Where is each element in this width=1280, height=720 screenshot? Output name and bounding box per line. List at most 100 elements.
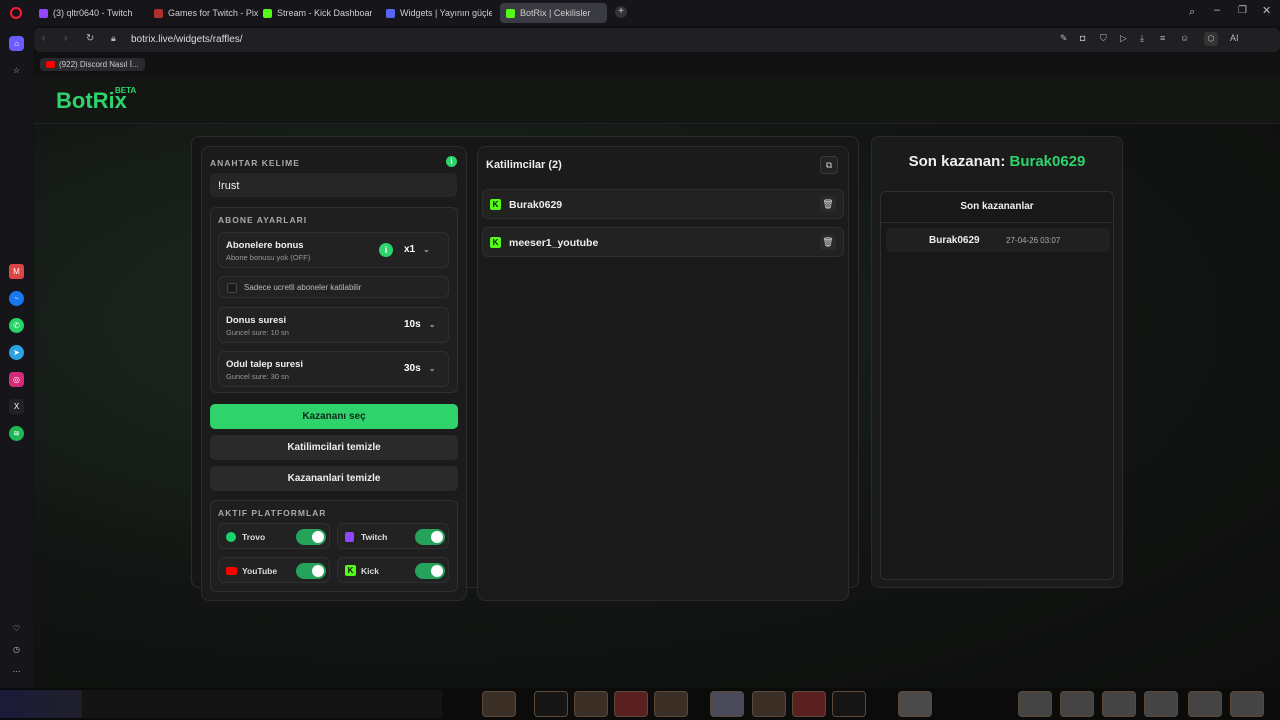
site-header: BotRix BETA bbox=[34, 76, 1280, 124]
trovo-toggle[interactable] bbox=[296, 529, 326, 545]
opera-logo-icon[interactable] bbox=[10, 7, 22, 19]
youtube-icon bbox=[226, 567, 237, 575]
beta-badge: BETA bbox=[115, 86, 137, 95]
info-icon[interactable]: i bbox=[446, 156, 457, 167]
trovo-icon bbox=[226, 532, 236, 542]
claim-time-row: Odul talep suresi Guncel sure: 30 sn 30s… bbox=[218, 351, 449, 387]
skill-slot-icon[interactable] bbox=[534, 691, 568, 717]
platform-kick: K Kick bbox=[337, 557, 449, 583]
search-tabs-icon[interactable]: ⌕ bbox=[1189, 6, 1195, 19]
spin-time-row: Donus suresi Guncel sure: 10 sn 10s ⌄ bbox=[218, 307, 449, 343]
youtube-toggle[interactable] bbox=[296, 563, 326, 579]
pixelpop-icon bbox=[154, 8, 163, 18]
download-icon[interactable]: ⤓ bbox=[1140, 33, 1144, 44]
copy-icon[interactable]: ⧉ bbox=[820, 156, 838, 174]
sub-bonus-select[interactable]: x1 ⌄ bbox=[404, 244, 430, 255]
close-window-button[interactable]: ✕ bbox=[1262, 4, 1271, 17]
chevron-down-icon: ⌄ bbox=[428, 364, 436, 373]
trash-icon[interactable]: 🗑︎ bbox=[820, 234, 836, 250]
clear-participants-button[interactable]: Katilimcilari temizle bbox=[210, 435, 458, 460]
winners-list-title: Son kazananlar bbox=[960, 201, 1034, 212]
tab-widgets[interactable]: Widgets | Yayının güçlend... bbox=[380, 3, 492, 23]
star-icon[interactable]: ☆ bbox=[9, 63, 24, 78]
kick-icon: K bbox=[345, 565, 356, 576]
spin-time-select[interactable]: 10s ⌄ bbox=[404, 319, 435, 330]
chevron-down-icon: ⌄ bbox=[423, 245, 430, 254]
skill-slot-icon[interactable] bbox=[792, 691, 826, 717]
botrix-icon bbox=[506, 8, 515, 18]
sub-bonus-info-icon[interactable]: i bbox=[379, 243, 393, 257]
last-winner-heading: Son kazanan: Burak0629 bbox=[908, 153, 1086, 170]
telegram-icon[interactable]: ➤ bbox=[9, 345, 24, 360]
address-bar: ‹ › ↻ 🔒︎ botrix.live/widgets/raffles/ ✎ … bbox=[34, 28, 1280, 52]
edit-icon[interactable]: ✎ bbox=[1060, 33, 1068, 44]
kick-toggle[interactable] bbox=[415, 563, 445, 579]
sub-settings-label: ABONE AYARLARI bbox=[218, 215, 308, 225]
skill-slot-icon[interactable] bbox=[614, 691, 648, 717]
spotify-icon[interactable]: ≋ bbox=[9, 426, 24, 441]
skill-slot-icon[interactable] bbox=[654, 691, 688, 717]
youtube-icon bbox=[46, 61, 55, 68]
skill-slot-icon[interactable] bbox=[710, 691, 744, 717]
claim-time-select[interactable]: 30s ⌄ bbox=[404, 363, 435, 374]
tab-twitch[interactable]: (3) qltr0640 - Twitch bbox=[33, 3, 143, 23]
menu-slot-icon[interactable] bbox=[1060, 691, 1094, 717]
bookmark-discord[interactable]: (922) Discord Nasıl İ... bbox=[40, 58, 145, 71]
back-icon[interactable]: ‹ bbox=[42, 33, 45, 44]
twitch-icon bbox=[345, 532, 354, 542]
pick-winner-button[interactable]: Kazananı seç bbox=[210, 404, 458, 429]
only-paid-subs-row[interactable]: Sadece ucretli aboneler katilabilir bbox=[218, 276, 449, 298]
ai-button[interactable]: AI bbox=[1230, 33, 1239, 43]
skill-slot-icon[interactable] bbox=[482, 691, 516, 717]
trash-icon[interactable]: 🗑︎ bbox=[820, 196, 836, 212]
whatsapp-icon[interactable]: ✆ bbox=[9, 318, 24, 333]
twitch-icon bbox=[39, 8, 48, 18]
only-paid-subs-checkbox[interactable] bbox=[227, 283, 237, 293]
widgets-icon bbox=[386, 8, 395, 18]
messenger-icon[interactable]: ~ bbox=[9, 291, 24, 306]
camera-icon[interactable]: ◘ bbox=[1080, 33, 1085, 43]
instagram-icon[interactable]: ◎ bbox=[9, 372, 24, 387]
keyword-label: ANAHTAR KELIME bbox=[210, 158, 300, 168]
forward-icon[interactable]: › bbox=[64, 33, 67, 44]
more-icon[interactable]: ⋯ bbox=[9, 664, 24, 679]
shield-icon[interactable]: ⛉ bbox=[1100, 33, 1107, 44]
tab-pixelpop[interactable]: Games for Twitch - PixelP... bbox=[148, 3, 258, 23]
skill-slot-icon[interactable] bbox=[752, 691, 786, 717]
heart-icon[interactable]: ♡ bbox=[9, 621, 24, 636]
menu-slot-icon[interactable] bbox=[1144, 691, 1178, 717]
home-icon[interactable]: ⌂ bbox=[9, 36, 24, 51]
clear-winners-button[interactable]: Kazananlari temizle bbox=[210, 466, 458, 491]
platform-youtube: YouTube bbox=[218, 557, 330, 583]
x-icon[interactable]: X bbox=[9, 399, 24, 414]
gmail-icon[interactable]: M bbox=[9, 264, 24, 279]
skill-slot-icon[interactable] bbox=[898, 691, 932, 717]
participant-row: K Burak0629 🗑︎ bbox=[482, 189, 844, 219]
menu-slot-icon[interactable] bbox=[1018, 691, 1052, 717]
platform-twitch: Twitch bbox=[337, 523, 449, 549]
tab-kick-dashboard[interactable]: Stream - Kick Dashboard bbox=[257, 3, 372, 23]
extension-icon[interactable]: ⬡ bbox=[1204, 32, 1218, 46]
skill-slot-icon[interactable] bbox=[832, 691, 866, 717]
menu-slot-icon[interactable] bbox=[1188, 691, 1222, 717]
winner-row: Burak0629 27-04-26 03:07 bbox=[886, 228, 1110, 252]
restore-button[interactable]: ❐ bbox=[1238, 5, 1247, 16]
play-icon[interactable]: ▷ bbox=[1120, 33, 1127, 44]
sub-bonus-row: Abonelere bonus Abone bonusu yok (OFF) i… bbox=[218, 232, 449, 268]
new-tab-button[interactable]: + bbox=[615, 6, 627, 18]
platform-trovo: Trovo bbox=[218, 523, 330, 549]
profile-icon[interactable]: ☺ bbox=[1180, 33, 1189, 43]
menu-slot-icon[interactable] bbox=[1230, 691, 1264, 717]
history-icon[interactable]: ◷ bbox=[9, 642, 24, 657]
keyword-input[interactable]: !rust bbox=[210, 173, 457, 197]
menu-icon[interactable]: ≡ bbox=[1160, 33, 1165, 43]
minimize-button[interactable]: – bbox=[1214, 4, 1220, 16]
url-field[interactable]: botrix.live/widgets/raffles/ bbox=[131, 34, 243, 45]
menu-slot-icon[interactable] bbox=[1102, 691, 1136, 717]
tab-botrix[interactable]: BotRix | Cekilisler bbox=[500, 3, 607, 23]
browser-sidebar: ⌂ ☆ M ~ ✆ ➤ ◎ X ≋ ♡ ◷ ⋯ bbox=[0, 26, 33, 720]
reload-icon[interactable]: ↻ bbox=[86, 33, 94, 44]
tab-bar: (3) qltr0640 - Twitch Games for Twitch -… bbox=[0, 0, 1280, 26]
twitch-toggle[interactable] bbox=[415, 529, 445, 545]
skill-slot-icon[interactable] bbox=[574, 691, 608, 717]
